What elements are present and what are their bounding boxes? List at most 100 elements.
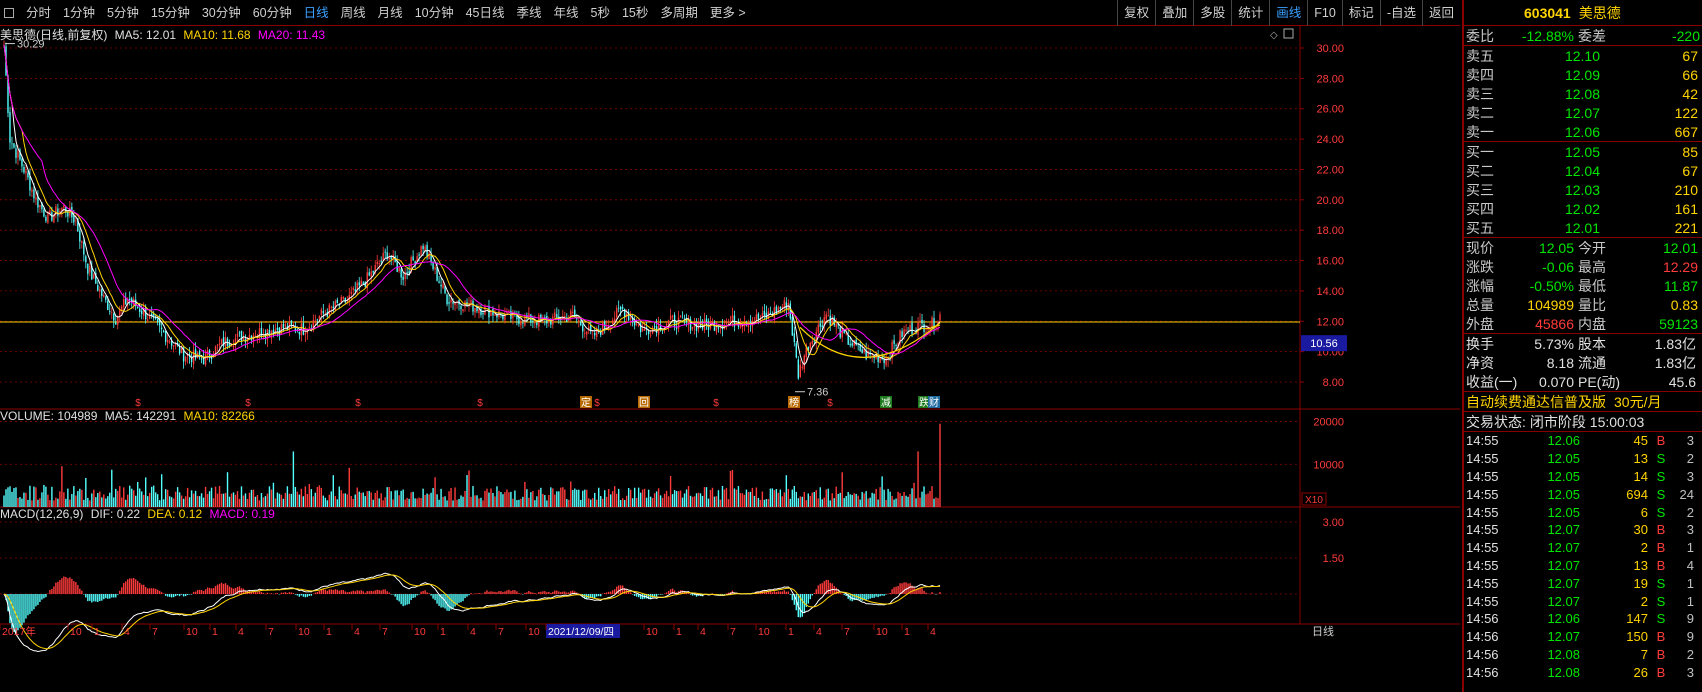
time-tick-label: 7 <box>382 626 388 638</box>
toolbar-right-button[interactable]: 多股 <box>1193 0 1231 26</box>
toolbar-right-button[interactable]: 画线 <box>1269 0 1307 26</box>
event-marker[interactable]: 定 <box>581 396 591 409</box>
candle-body <box>312 319 315 328</box>
candle-body <box>570 311 572 320</box>
candlestick-series[interactable] <box>3 40 941 380</box>
event-marker[interactable]: $ <box>713 398 719 409</box>
volume-bars[interactable] <box>3 423 941 507</box>
volume-bar <box>352 498 354 507</box>
volume-bar <box>705 487 708 507</box>
event-marker[interactable]: $ <box>477 398 483 409</box>
diamond-icon[interactable]: ◇ <box>1270 30 1278 41</box>
toolbar-right-button[interactable]: F10 <box>1307 0 1342 26</box>
candle-body <box>29 175 31 191</box>
volume-bar <box>370 492 372 507</box>
volume-bar <box>41 492 43 507</box>
macd-bar <box>150 588 153 594</box>
kline-chart-area[interactable]: 30.00 28.00 26.00 24.00 22.00 20.00 18.00 16.00… <box>0 26 1460 692</box>
event-marker[interactable]: 跌 <box>919 396 929 409</box>
period-tab[interactable]: 日线 <box>298 0 335 26</box>
toolbar-right-button[interactable]: 叠加 <box>1155 0 1193 26</box>
macd-histogram[interactable] <box>3 576 941 634</box>
toolbar-right-button[interactable]: 复权 <box>1117 0 1155 26</box>
toolbar-right-button[interactable]: -自选 <box>1379 0 1422 26</box>
period-tab[interactable]: 60分钟 <box>247 0 298 26</box>
period-tab[interactable]: 10分钟 <box>409 0 460 26</box>
event-marker[interactable]: $ <box>827 398 833 409</box>
macd-bar <box>414 594 416 598</box>
stock-header: 603041 美思德 <box>1464 0 1702 26</box>
period-tab[interactable]: 月线 <box>372 0 409 26</box>
volume-bar <box>226 472 229 507</box>
volume-bar <box>244 493 247 507</box>
volume-bar <box>230 493 233 507</box>
macd-bar <box>334 589 336 594</box>
promo-banner[interactable]: 自动续费通达信普及版 30元/月 <box>1464 392 1702 412</box>
period-tab[interactable]: 45日线 <box>460 0 511 26</box>
volume-bar <box>833 498 835 507</box>
volume-bar <box>15 487 17 507</box>
macd-bar <box>380 590 382 594</box>
period-tab[interactable]: 30分钟 <box>196 0 247 26</box>
ask-book: 卖五 12.10 67 卖四 12.09 66 卖三 12.08 42 卖二 12.07 122 卖一 1… <box>1464 46 1702 142</box>
macd-bar <box>400 594 402 605</box>
candle-body <box>801 366 803 368</box>
macd-bar <box>312 593 315 595</box>
volume-bar <box>925 494 927 507</box>
macd-bar <box>492 591 494 594</box>
period-tab[interactable]: 更多 > <box>704 0 752 26</box>
volume-bar <box>31 500 33 507</box>
volume-bar <box>93 489 95 507</box>
toolbar-right-button[interactable]: 返回 <box>1421 0 1460 26</box>
kline-chart-svg[interactable]: 30.0028.0026.0024.0022.0020.0018.0016.00… <box>0 26 1460 692</box>
pane-toggle-icon[interactable] <box>1283 28 1294 39</box>
volume-bar <box>150 486 153 507</box>
volume-bar <box>186 487 189 507</box>
period-tab[interactable]: 年线 <box>548 0 585 26</box>
event-marker[interactable]: $ <box>135 398 141 409</box>
toggle-panel-icon[interactable] <box>4 7 14 18</box>
macd-bar <box>141 584 143 594</box>
period-tab[interactable]: 5分钟 <box>101 0 145 26</box>
toolbar-right-button[interactable]: 标记 <box>1341 0 1380 26</box>
trade-price: 12.05 <box>1547 486 1580 502</box>
candle-body <box>13 143 15 148</box>
period-tab[interactable]: 15秒 <box>616 0 654 26</box>
macd-bar <box>378 590 380 594</box>
period-tab[interactable]: 季线 <box>511 0 548 26</box>
candle-body <box>216 344 219 346</box>
macd-bar <box>99 594 101 602</box>
volume-bar <box>829 500 831 507</box>
period-tab[interactable]: 1分钟 <box>57 0 101 26</box>
macd-bar <box>424 590 426 594</box>
volume-bar <box>484 490 486 507</box>
period-tab[interactable]: 5秒 <box>585 0 616 26</box>
event-marker[interactable]: 榜 <box>789 396 799 409</box>
volume-bar <box>119 486 121 507</box>
bids-row: 买二 12.04 67 <box>1464 161 1702 180</box>
volume-bar <box>875 488 877 507</box>
period-tab[interactable]: 周线 <box>335 0 372 26</box>
event-marker[interactable]: 减 <box>881 397 891 409</box>
period-tab[interactable]: 分时 <box>20 0 57 26</box>
event-marker[interactable]: 回 <box>639 397 649 409</box>
candle-body <box>528 313 530 318</box>
trade-row: 14:56 12.08 7 B 2 <box>1464 646 1702 664</box>
candle-body <box>793 333 796 343</box>
volume-bar <box>809 495 811 507</box>
candle-body <box>755 314 758 321</box>
tick-trades-list[interactable]: 14:55 12.06 45 B 3 14:55 12.05 13 S 2 14:55 12.05 14… <box>1464 432 1702 681</box>
event-marker[interactable]: $ <box>245 398 251 409</box>
trade-volume: 147 <box>1626 611 1648 627</box>
volume-bar <box>919 497 921 507</box>
macd-bar <box>45 594 47 598</box>
event-marker[interactable]: 财 <box>929 396 939 409</box>
event-marker[interactable]: $ <box>355 398 361 409</box>
event-marker[interactable]: $ <box>594 398 600 409</box>
volume-bar <box>364 496 366 507</box>
period-tab[interactable]: 15分钟 <box>145 0 196 26</box>
macd-bar <box>432 594 434 599</box>
toolbar-right-button[interactable]: 统计 <box>1231 0 1269 26</box>
period-tab[interactable]: 多周期 <box>654 0 704 26</box>
volume-bar <box>847 491 849 507</box>
